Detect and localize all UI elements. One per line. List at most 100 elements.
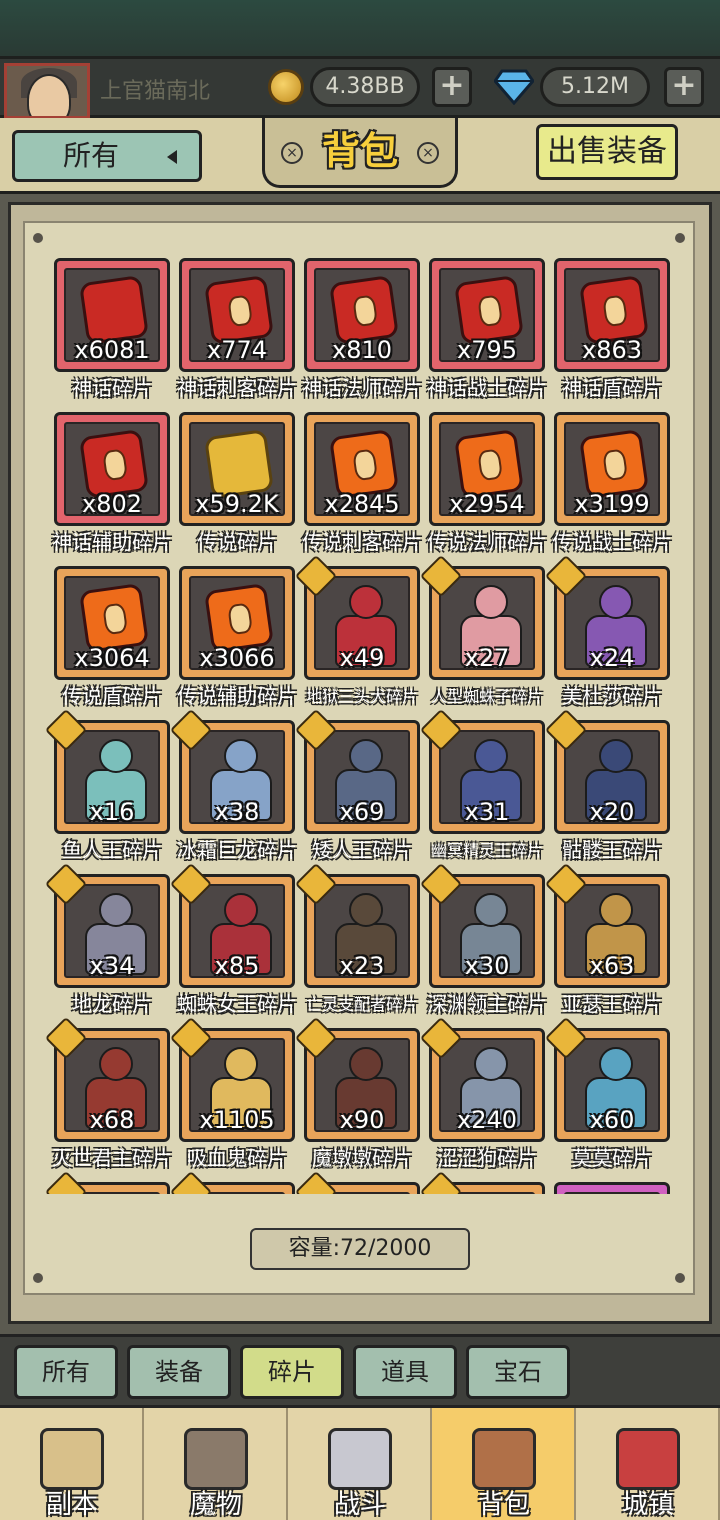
tab-items[interactable]: 道具 (353, 1345, 457, 1399)
backpack-icon (472, 1428, 536, 1490)
item-name: 传说刺客碎片 (302, 530, 422, 554)
nav-town[interactable]: 城镇 (576, 1408, 720, 1520)
hero-head (349, 1047, 383, 1081)
item-count: x63 (589, 952, 635, 980)
rivet (33, 1273, 43, 1283)
top-strip (0, 0, 720, 56)
tab-all[interactable]: 所有 (14, 1345, 118, 1399)
bag-header: 所有 × 背包 × 出售装备 (0, 118, 720, 194)
page-title: 背包 (321, 129, 398, 173)
hero-head (474, 585, 508, 619)
bottom-nav: 副本 魔物 战斗 背包 城镇 (0, 1408, 720, 1520)
puzzle-piece-icon (578, 428, 650, 500)
class-emblem-icon (352, 448, 379, 482)
class-emblem-icon (102, 448, 129, 482)
item-count: x68 (89, 1106, 135, 1134)
title-plate: × 背包 × (262, 118, 458, 188)
item-count: x240 (456, 1106, 517, 1134)
item-name: 灭世君主碎片 (52, 1146, 172, 1170)
item-name: 矮人王碎片 (312, 838, 412, 862)
shard-badge-icon (294, 1170, 338, 1194)
item-count: x20 (589, 798, 635, 826)
sell-equipment-button[interactable]: 出售装备 (536, 124, 678, 180)
caret-left-icon (167, 150, 177, 164)
item-well (564, 1192, 660, 1194)
username: 上官猫南北 (100, 79, 211, 104)
item-count: x863 (581, 336, 642, 364)
item-name: 人型蜘蛛子碎片 (430, 687, 543, 706)
tab-equipment[interactable]: 装备 (127, 1345, 231, 1399)
gold-amount: 4.38BB (310, 67, 420, 107)
class-emblem-icon (602, 448, 629, 482)
item-name: 亚瑟王碎片 (562, 992, 662, 1016)
puzzle-piece-icon (78, 274, 150, 346)
puzzle-piece-icon (578, 274, 650, 346)
puzzle-piece-icon (78, 428, 150, 500)
hero-head (599, 585, 633, 619)
item-name: 地龙碎片 (72, 992, 152, 1016)
item-name: 深渊领主碎片 (427, 992, 547, 1016)
item-name: 传说盾碎片 (62, 684, 162, 708)
item-count: x3066 (199, 644, 275, 672)
diamond-icon (494, 69, 534, 105)
class-emblem-icon (477, 448, 504, 482)
item-count: x31 (464, 798, 510, 826)
item-name: 鱼人王碎片 (62, 838, 162, 862)
item-slot (44, 1170, 170, 1194)
item-name: 地狱三头犬碎片 (305, 687, 418, 706)
hero-head (599, 893, 633, 927)
item-name: 神话法师碎片 (302, 376, 422, 400)
hero-head (474, 893, 508, 927)
avatar[interactable] (4, 63, 90, 119)
rivet (675, 233, 685, 243)
tab-fragments[interactable]: 碎片 (240, 1345, 344, 1399)
add-gem-button[interactable]: + (664, 67, 704, 107)
puzzle-piece-icon (203, 582, 275, 654)
map-icon (40, 1428, 104, 1490)
item-name: 冰霜巨龙碎片 (177, 838, 297, 862)
item-count: x34 (89, 952, 135, 980)
class-emblem-icon (227, 602, 254, 636)
hero-head (99, 739, 133, 773)
nav-dungeon[interactable]: 副本 (0, 1408, 144, 1520)
item-name: 传说碎片 (197, 530, 277, 554)
item-count: x795 (456, 336, 517, 364)
gold-coin-icon (268, 69, 304, 105)
avatar-face (27, 74, 71, 116)
item-name: 传说法师碎片 (427, 530, 547, 554)
nav-monsters[interactable]: 魔物 (144, 1408, 288, 1520)
add-gold-button[interactable]: + (432, 67, 472, 107)
item-name: 幽冥精灵王碎片 (430, 841, 543, 860)
nav-bag[interactable]: 背包 (432, 1408, 576, 1520)
nav-battle[interactable]: 战斗 (288, 1408, 432, 1520)
filter-dropdown[interactable]: 所有 (12, 130, 202, 182)
item-count: x23 (339, 952, 385, 980)
item-count: x3064 (74, 644, 150, 672)
puzzle-piece-icon (453, 274, 525, 346)
hero-head (349, 893, 383, 927)
class-emblem-icon (477, 294, 504, 328)
class-emblem-icon (602, 294, 629, 328)
puzzle-piece-icon (78, 582, 150, 654)
gem-amount: 5.12M (540, 67, 650, 107)
item-slot (419, 1170, 545, 1194)
hero-head (99, 1047, 133, 1081)
item-count: x27 (464, 644, 510, 672)
shard-badge-icon (44, 1170, 88, 1194)
item-name: 神话盾碎片 (562, 376, 662, 400)
hero-head (474, 1047, 508, 1081)
class-emblem-icon (352, 294, 379, 328)
class-emblem-icon (102, 602, 129, 636)
tab-gems[interactable]: 宝石 (466, 1345, 570, 1399)
nav-label: 副本 (45, 1490, 98, 1520)
puzzle-piece-icon (328, 274, 400, 346)
hero-head (224, 893, 258, 927)
item-count: x16 (89, 798, 135, 826)
nav-label: 背包 (477, 1490, 530, 1520)
item-count: x774 (206, 336, 267, 364)
hero-head (474, 739, 508, 773)
hero-head (599, 739, 633, 773)
item-name: 神话刺客碎片 (177, 376, 297, 400)
item-count: x38 (214, 798, 260, 826)
item-name: 亡灵支配者碎片 (305, 995, 418, 1014)
